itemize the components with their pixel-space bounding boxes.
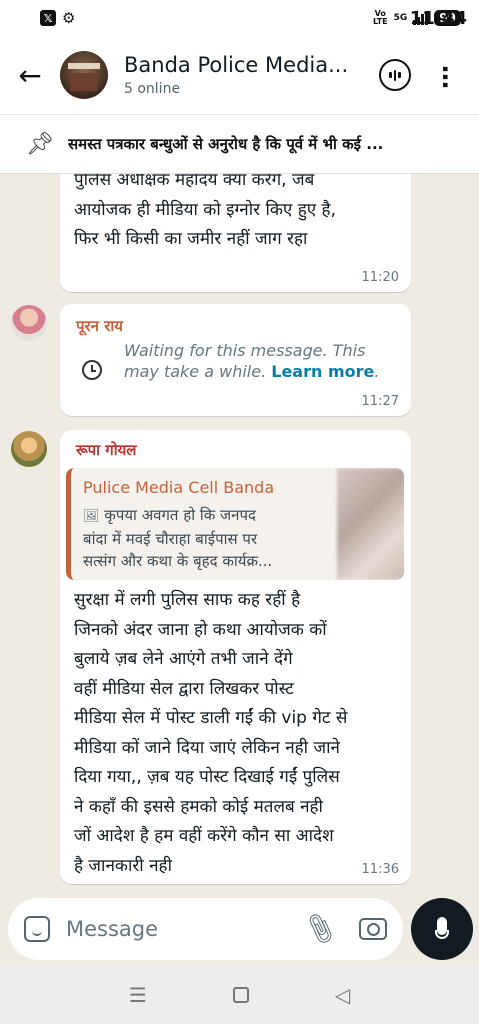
message-line: सुरक्षा में लगी पुलिस साफ कह रहीं है — [74, 590, 301, 610]
sender-name: पूरन राय — [76, 317, 123, 335]
message-line: दिया गया,, ज़ब यह पोस्ट दिखाई गईं पुलिस — [74, 767, 340, 787]
message-line: फिर भी किसी का जमीर नहीं जाग रहा — [74, 229, 308, 249]
gear-icon: ⚙ — [62, 9, 76, 27]
group-avatar[interactable] — [60, 51, 108, 99]
chat-title-area[interactable]: Banda Police Media... 5 online — [124, 53, 379, 97]
message-line: आयोजक ही मीडिया को इग्नोर किए हुए है, — [74, 199, 336, 220]
quoted-line: सत्संग और कथा के बृहद कार्यक्र... — [83, 552, 273, 570]
pinned-message-bar[interactable]: 📌︎ समस्त पत्रकार बन्धुओं से अनुरोध है कि… — [0, 114, 479, 174]
sender-avatar[interactable] — [11, 431, 47, 467]
message-line: जिनको अंदर जाना हो कथा आयोजक कों — [74, 619, 327, 640]
learn-more-link[interactable]: Learn more — [271, 362, 374, 381]
message-input[interactable]: Message — [66, 917, 305, 941]
sender-name: रूपा गोयल — [76, 441, 137, 459]
chat-messages[interactable]: पुलिस अधीक्षक महोदय क्या करेंगे, जब आयोज… — [0, 174, 479, 896]
pin-icon: 📌︎ — [26, 131, 54, 157]
sender-avatar[interactable] — [11, 305, 47, 341]
quoted-line: बांदा में मवई चौराहा बाईपास पर — [83, 530, 258, 548]
pinned-message-text: समस्त पत्रकार बन्धुओं से अनुरोध है कि पू… — [68, 135, 384, 153]
message-line: जों आदेश है हम वहीं करेंगे कौन सा आदेश — [74, 826, 334, 846]
message-bubble[interactable]: रूपा गोयल Pulice Media Cell Banda 🖼︎ कृप… — [60, 430, 411, 884]
sticker-icon[interactable] — [24, 916, 50, 942]
mic-button[interactable] — [411, 898, 473, 960]
back-arrow-icon[interactable]: ← — [0, 59, 60, 92]
back-nav-icon[interactable]: ◁ — [335, 983, 350, 1007]
message-line: पुलिस अधीक्षक महोदय क्या करेंगे, जब — [74, 174, 315, 190]
attach-icon[interactable]: 📎︎ — [301, 911, 339, 948]
signal-label: 5G — [393, 13, 408, 23]
message-line: मीडिया सेल में पोस्ट डाली गईं की vip गेट… — [74, 708, 348, 728]
quoted-message[interactable]: Pulice Media Cell Banda 🖼︎ कृपया अवगत हो… — [66, 468, 404, 580]
x-app-icon: 𝕏 — [40, 10, 56, 26]
message-line: वहीं मीडिया सेल द्वारा लिखकर पोस्ट — [74, 678, 294, 699]
waiting-text: Waiting for this message. This — [124, 341, 366, 360]
volte-icon: Vo LTE — [372, 9, 388, 26]
status-time: 11:44 — [409, 7, 467, 29]
message-line: ने कहाँ की इससे हमको कोई मतलब नही — [74, 796, 323, 817]
waiting-text-2: may take a while. — [124, 362, 267, 381]
message-bubble[interactable]: पूरन राय Waiting for this message. This … — [60, 304, 411, 416]
chat-title: Banda Police Media... — [124, 53, 349, 77]
recent-apps-icon[interactable]: ☰ — [129, 983, 147, 1007]
voice-chat-icon[interactable] — [379, 59, 411, 91]
message-time: 11:27 — [361, 394, 399, 409]
system-nav-bar: ☰ ◁ — [0, 966, 479, 1024]
waiting-period: . — [374, 362, 380, 381]
quoted-line: कृपया अवगत हो कि जनपद — [104, 506, 256, 524]
camera-icon[interactable] — [359, 918, 387, 940]
message-line: बुलाये ज़ब लेने आएंगे तभी जाने देंगे — [74, 649, 293, 669]
message-composer: Message 📎︎ — [8, 898, 403, 960]
chat-header: ← Banda Police Media... 5 online ⋯ — [0, 36, 479, 114]
message-line: है जानकारी नही — [74, 855, 172, 876]
quoted-image-thumbnail — [337, 468, 404, 580]
home-icon[interactable] — [232, 987, 249, 1003]
clock-icon — [82, 360, 102, 380]
message-bubble[interactable]: पुलिस अधीक्षक महोदय क्या करेंगे, जब आयोज… — [60, 174, 411, 292]
message-time: 11:20 — [361, 270, 399, 285]
image-icon: 🖼︎ — [83, 509, 100, 524]
message-time: 11:36 — [361, 862, 399, 877]
more-options-icon[interactable]: ⋯ — [431, 65, 459, 85]
status-bar: 11:44 𝕏 ⚙ Vo LTE 5G 99 — [0, 0, 479, 36]
quoted-sender: Pulice Media Cell Banda — [83, 478, 275, 497]
online-count: 5 online — [124, 81, 181, 97]
message-line: मीडिया कों जाने दिया जाएं लेकिन नही जाने — [74, 737, 340, 758]
